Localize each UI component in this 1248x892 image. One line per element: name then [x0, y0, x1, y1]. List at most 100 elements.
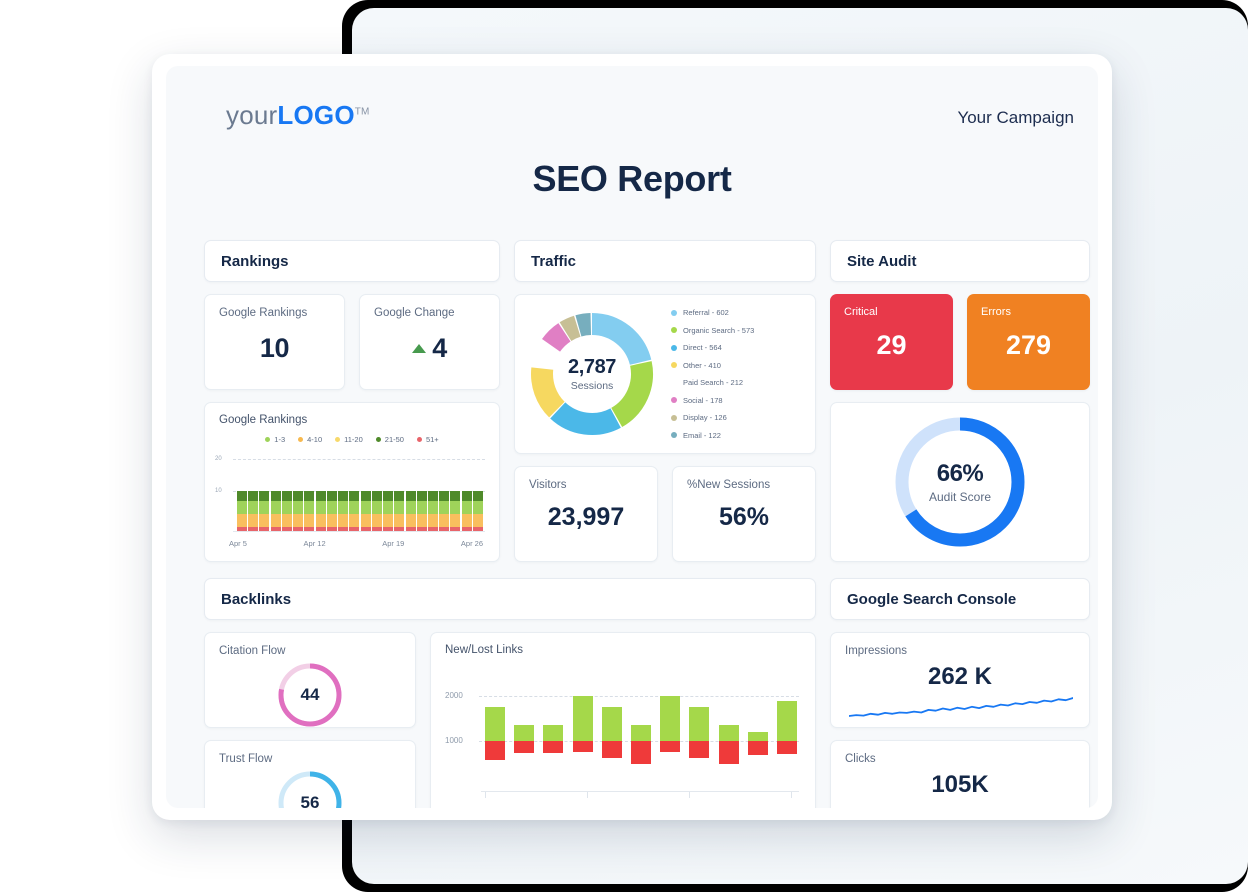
- legend-label: Other - 410: [683, 360, 721, 370]
- trend-up-icon: [412, 344, 427, 353]
- axis-tick: [791, 792, 792, 798]
- x-axis-labels: Apr 5 Apr 12 Apr 19 Apr 26: [229, 539, 483, 548]
- axis-baseline: [233, 531, 485, 532]
- bar-stack: [259, 491, 270, 532]
- gsc-column: Impressions 262 K Clicks 105K: [830, 620, 1090, 808]
- bar-new-links: [485, 707, 505, 741]
- axis-tick: [689, 792, 690, 798]
- kpi-value-wrap: 4: [360, 333, 499, 364]
- backlinks-flow-column: Citation Flow 44 Trust Flow 56: [204, 632, 416, 808]
- bar-segment: [304, 514, 315, 528]
- bar-lost-links: [630, 741, 651, 764]
- legend-label: Display - 126: [683, 413, 727, 423]
- legend-color-swatch: [298, 437, 304, 442]
- bar-segment: [237, 491, 247, 501]
- chart-card-sessions-donut[interactable]: 2,787 Sessions Referral - 602 Organic Sea…: [514, 294, 816, 454]
- chart-card-citation-flow[interactable]: Citation Flow 44: [204, 632, 416, 728]
- kpi-card-visitors[interactable]: Visitors 23,997: [514, 466, 658, 562]
- legend-color-swatch: [671, 397, 677, 404]
- legend-color-swatch: [671, 362, 677, 369]
- kpi-value: 23,997: [547, 503, 625, 531]
- donut-value: 2,787: [567, 356, 617, 378]
- card-label: Trust Flow: [219, 753, 273, 765]
- legend-item: 4-10: [298, 435, 322, 444]
- section-header-backlinks: Backlinks: [204, 578, 816, 620]
- kpi-card-new-sessions[interactable]: %New Sessions 56%: [672, 466, 816, 562]
- legend-color-swatch: [671, 309, 677, 316]
- legend-item: Display - 126: [671, 413, 754, 422]
- chart-card-audit-score[interactable]: 66% Audit Score: [830, 402, 1090, 562]
- bar-stack: [439, 491, 450, 532]
- bar-segment: [315, 514, 326, 528]
- bar-segment: [461, 500, 472, 515]
- chart-title: Google Rankings: [219, 414, 308, 426]
- bar-segment: [270, 500, 281, 515]
- legend-item: Social - 178: [671, 396, 754, 405]
- section-header-row: Rankings Traffic Site Audit: [204, 240, 1090, 282]
- site-audit-column: Critical 29 Errors 279 66% Audit Score: [830, 282, 1090, 562]
- legend-color-swatch: [265, 437, 271, 442]
- bar-segment: [360, 491, 371, 501]
- bar-segment: [270, 491, 281, 501]
- legend-item: 11-20: [335, 435, 363, 444]
- chart-legend: 1-3 4-10 11-20 21-50 51+: [205, 435, 499, 444]
- page-title: SEO Report: [532, 158, 732, 199]
- bar-segment: [315, 491, 326, 501]
- bar-segment: [326, 514, 337, 528]
- kpi-label: %New Sessions: [687, 479, 771, 491]
- bar-stack: [416, 491, 427, 532]
- chart-card-impressions[interactable]: Impressions 262 K: [830, 632, 1090, 728]
- tile-label: Critical: [844, 306, 878, 318]
- bar-stack: [360, 491, 371, 532]
- kpi-label: Google Rankings: [219, 307, 308, 319]
- bar-segment: [349, 491, 360, 501]
- brand-logo[interactable]: yourLOGOTM: [226, 100, 370, 131]
- bar-segment: [270, 514, 281, 528]
- citation-flow-gauge: 44: [276, 661, 344, 729]
- chart-card-google-rankings[interactable]: Google Rankings 1-3 4-10 11-20 21-50 51+ 20 …: [204, 402, 500, 562]
- chart-card-new-lost-links[interactable]: New/Lost Links 2000 1000: [430, 632, 816, 808]
- logo-your-text: your: [226, 100, 278, 130]
- newlost-plot-area: 2000 1000: [445, 678, 801, 808]
- legend-item: Organic Search - 573: [671, 326, 754, 335]
- bar-segment: [472, 491, 483, 501]
- status-tile-critical[interactable]: Critical 29: [830, 294, 953, 390]
- kpi-card-google-rankings[interactable]: Google Rankings 10: [204, 294, 345, 390]
- bar-lost-links: [514, 741, 535, 754]
- chart-card-trust-flow[interactable]: Trust Flow 56: [204, 740, 416, 808]
- chart-card-clicks[interactable]: Clicks 105K: [830, 740, 1090, 808]
- tile-value: 29: [876, 330, 907, 360]
- card-label: Citation Flow: [219, 645, 286, 657]
- legend-label: Organic Search - 573: [683, 325, 755, 335]
- bar-column: [514, 678, 535, 786]
- bar-segment: [326, 491, 337, 501]
- legend-color-swatch: [671, 380, 677, 386]
- bar-segment: [315, 500, 326, 515]
- legend-color-swatch: [335, 437, 341, 442]
- legend-label: 1-3: [274, 435, 286, 444]
- x-axis-tick-label: Apr 5: [229, 539, 247, 548]
- legend-item: Referral - 602: [671, 308, 754, 317]
- bar-column: [718, 678, 739, 786]
- bar-stack: [248, 491, 259, 532]
- bar-new-links: [601, 707, 622, 741]
- status-tile-errors[interactable]: Errors 279: [967, 294, 1090, 390]
- bar-new-links: [630, 725, 651, 741]
- bar-segment: [259, 500, 270, 515]
- bar-new-links: [689, 707, 710, 741]
- bar-segment: [371, 491, 382, 501]
- bar-lost-links: [689, 741, 710, 758]
- report-body: Rankings Traffic Site Audit Google Ranki…: [204, 240, 1090, 808]
- kpi-label: Google Change: [374, 307, 455, 319]
- bar-segment: [259, 514, 270, 528]
- report-header: yourLOGOTM Your Campaign: [166, 66, 1098, 140]
- bar-segment: [450, 500, 461, 515]
- bar-segment: [248, 491, 259, 501]
- x-axis-tick-label: Apr 19: [382, 539, 405, 548]
- report-inner-surface: yourLOGOTM Your Campaign SEO Report Rank…: [166, 66, 1098, 808]
- kpi-card-google-change[interactable]: Google Change 4: [359, 294, 500, 390]
- y-axis-tick-1000: 1000: [445, 736, 463, 745]
- bar-new-links: [660, 695, 681, 741]
- bar-segment: [248, 500, 259, 515]
- bottom-section-header-row: Backlinks Google Search Console: [204, 578, 1090, 620]
